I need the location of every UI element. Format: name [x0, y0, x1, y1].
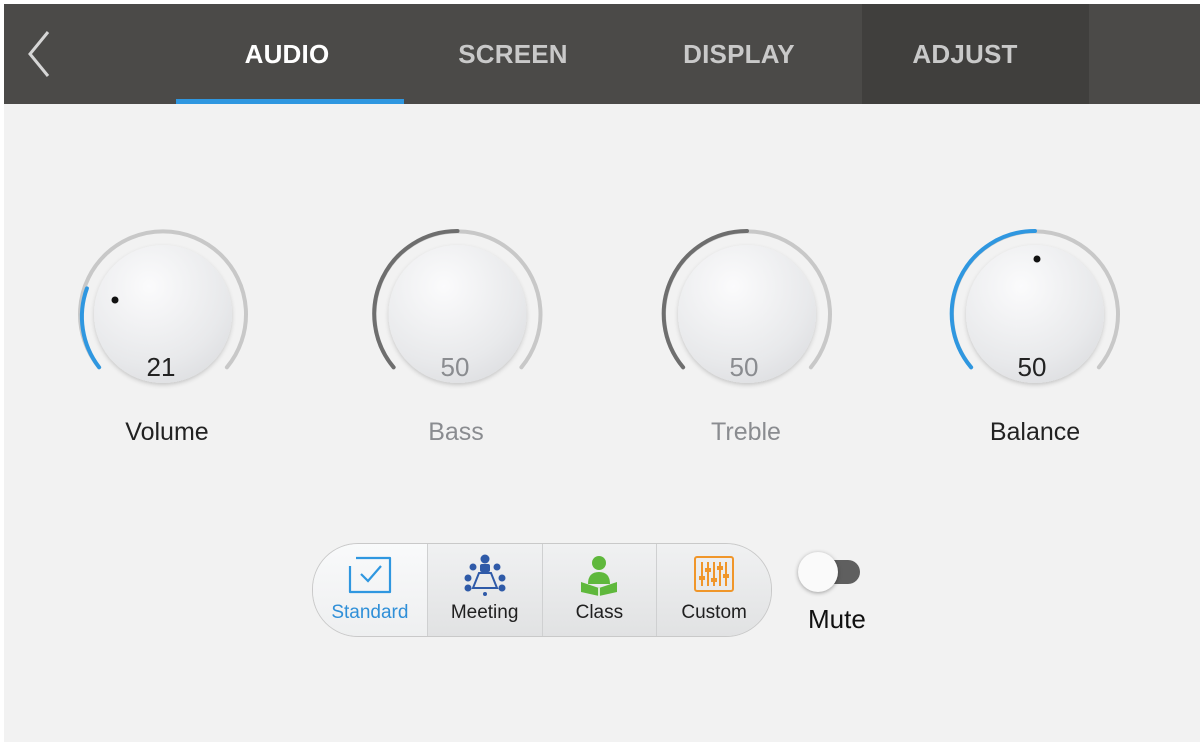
treble-label: Treble: [711, 418, 781, 446]
mode-class-label: Class: [575, 602, 624, 623]
check-box-icon: [348, 556, 391, 594]
balance-knob-indicator: [1033, 255, 1041, 263]
mute-label: Mute: [808, 604, 866, 634]
bass-knob[interactable]: 50: [372, 228, 543, 383]
treble-value: 50: [730, 352, 759, 382]
bass-value: 50: [441, 352, 470, 382]
mode-standard-label: Standard: [331, 602, 409, 623]
class-icon: [581, 556, 618, 596]
balance-value: 50: [1018, 352, 1047, 382]
mode-custom-label: Custom: [681, 602, 747, 623]
mute-toggle[interactable]: [794, 552, 866, 592]
volume-value: 21: [147, 352, 176, 382]
bass-label: Bass: [428, 418, 484, 446]
treble-knob[interactable]: 50: [661, 228, 832, 383]
equalizer-icon: [694, 556, 735, 592]
meeting-icon: [464, 554, 506, 596]
mode-meeting-label: Meeting: [450, 602, 519, 623]
mode-class-button[interactable]: Class: [541, 544, 657, 636]
balance-label: Balance: [989, 418, 1081, 446]
sound-mode-selector: Standard Meeting Class Custom: [312, 543, 772, 637]
mode-meeting-button[interactable]: Meeting: [426, 544, 542, 636]
volume-label: Volume: [125, 418, 209, 446]
mode-custom-button[interactable]: Custom: [656, 544, 771, 636]
volume-knob[interactable]: 21: [78, 229, 248, 383]
audio-settings-app: AUDIO SCREEN DISPLAY ADJUST 21 50 50 50 …: [4, 4, 1200, 742]
volume-knob-indicator: [111, 296, 119, 304]
balance-knob[interactable]: 50: [949, 228, 1120, 383]
mode-standard-button[interactable]: Standard: [313, 544, 427, 636]
mute-toggle-thumb: [798, 552, 838, 592]
